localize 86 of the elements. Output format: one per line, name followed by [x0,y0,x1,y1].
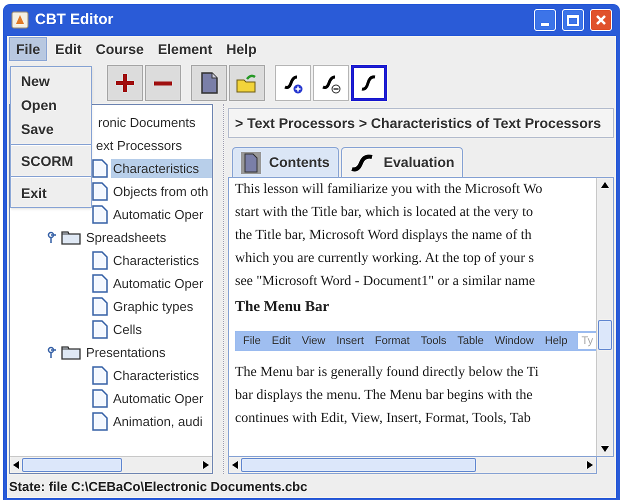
tree-item[interactable]: Presentations [84,342,212,362]
text-line: which you are currently working. At the top of your s [235,250,535,268]
tree-item[interactable]: ronic Documents [96,112,212,132]
tree-item[interactable]: Automatic Oper [111,204,212,224]
left-arrow-icon[interactable] [13,461,19,469]
page-icon [92,205,108,224]
text-line: see "Microsoft Word - Document1" or a similar name [235,273,536,291]
toolbar-button[interactable] [107,65,143,101]
page-icon [92,297,108,316]
menu-label: View [302,336,326,346]
collapse-handle-icon[interactable] [46,346,56,360]
page-icon [92,412,108,431]
tab[interactable]: Contents [232,147,339,177]
tab[interactable]: Evaluation [340,147,464,177]
menu-entry[interactable]: SCORM [11,149,91,173]
menu-entry[interactable]: Open [11,93,91,117]
menu-entry[interactable]: New [11,69,91,93]
plus-icon [114,72,136,94]
tree-item[interactable]: Automatic Oper [111,274,212,294]
vertical-scrollbar[interactable] [596,178,613,456]
toolbar-button[interactable] [191,65,227,101]
right-arrow-icon[interactable] [203,461,209,469]
tree-item[interactable]: Cells [111,320,212,340]
horizontal-scrollbar[interactable] [10,456,212,473]
collapse-handle-icon[interactable] [46,230,56,244]
text-line: bar displays the menu. The Menu bar begins with the [235,387,534,405]
page-icon [92,251,108,270]
menu-label: Tools [420,336,446,346]
right-arrow-icon[interactable] [587,461,593,469]
toolbar-button[interactable] [351,65,387,101]
maximize-button[interactable] [562,9,584,31]
window-title: CBT Editor [35,10,114,30]
page-icon [92,366,108,385]
section-heading: The Menu Bar [235,298,330,317]
toolbar-button[interactable] [313,65,349,101]
menu-item[interactable]: Course [90,37,150,61]
scrollbar-thumb[interactable] [241,458,476,472]
folder-icon [61,230,81,245]
up-arrow-icon[interactable] [601,182,609,188]
question-box: Ty [578,333,596,349]
app-icon [11,11,29,29]
menu-entry[interactable]: Exit [11,181,91,205]
scrollbar-thumb[interactable] [22,458,122,472]
tree-item[interactable]: Spreadsheets [84,228,212,248]
menu-label: Window [494,336,534,346]
close-icon [595,14,607,26]
tree-item[interactable]: Characteristics [111,158,212,178]
tree-item[interactable]: Objects from oth [111,182,212,202]
menu-label: Table [457,336,484,346]
menu-label: Edit [272,336,291,346]
status-text: State: file C:\CEBaCo\Electronic Documents.cbc [9,478,308,496]
text-line: This lesson will familiarize you with the Microsoft Wo [235,181,544,199]
page-icon [92,320,108,339]
tree-item[interactable]: Characteristics [111,250,212,270]
folder-icon [61,345,81,360]
text-line: start with the Title bar, which is located at the very to [235,204,534,222]
close-button[interactable] [590,9,612,31]
page-icon [92,389,108,408]
toolbar-button[interactable] [145,65,181,101]
tree-item[interactable]: Characteristics [111,366,212,386]
menu-label: File [243,336,261,346]
toolbar-button[interactable] [275,65,311,101]
menu-item[interactable]: Help [220,37,263,61]
page-icon [92,274,108,293]
text-line: The Menu bar is generally found directly below the Ti [235,364,540,382]
tree-item[interactable]: ext Processors [94,136,212,156]
menu-item[interactable]: Element [152,37,218,61]
text-line: the Title bar, Microsoft Word displays the name of th [235,227,533,245]
menu-label: Format [374,336,410,346]
left-arrow-icon[interactable] [232,461,238,469]
menu-entry[interactable]: Save [11,117,91,141]
scrollbar-thumb[interactable] [598,320,612,350]
tree-item[interactable]: Graphic types [111,296,212,316]
minimize-button[interactable] [534,9,556,31]
down-arrow-icon[interactable] [601,446,609,452]
document-icon [241,152,261,174]
menu-item[interactable]: Edit [49,37,88,61]
menu-item[interactable]: File [9,37,48,61]
tree-item[interactable]: Animation, audi [111,412,212,432]
text-line: continues with Edit, View, Insert, Format, Tools, Tab [235,410,532,428]
menu-label: Help [544,336,568,346]
horizontal-scrollbar[interactable] [228,457,597,474]
tree-item[interactable]: Automatic Oper [111,388,212,408]
breadcrumb: > Text Processors > Characteristics of Text Processors [228,108,614,138]
menu-label: Insert [336,336,364,346]
minus-icon [152,80,174,86]
